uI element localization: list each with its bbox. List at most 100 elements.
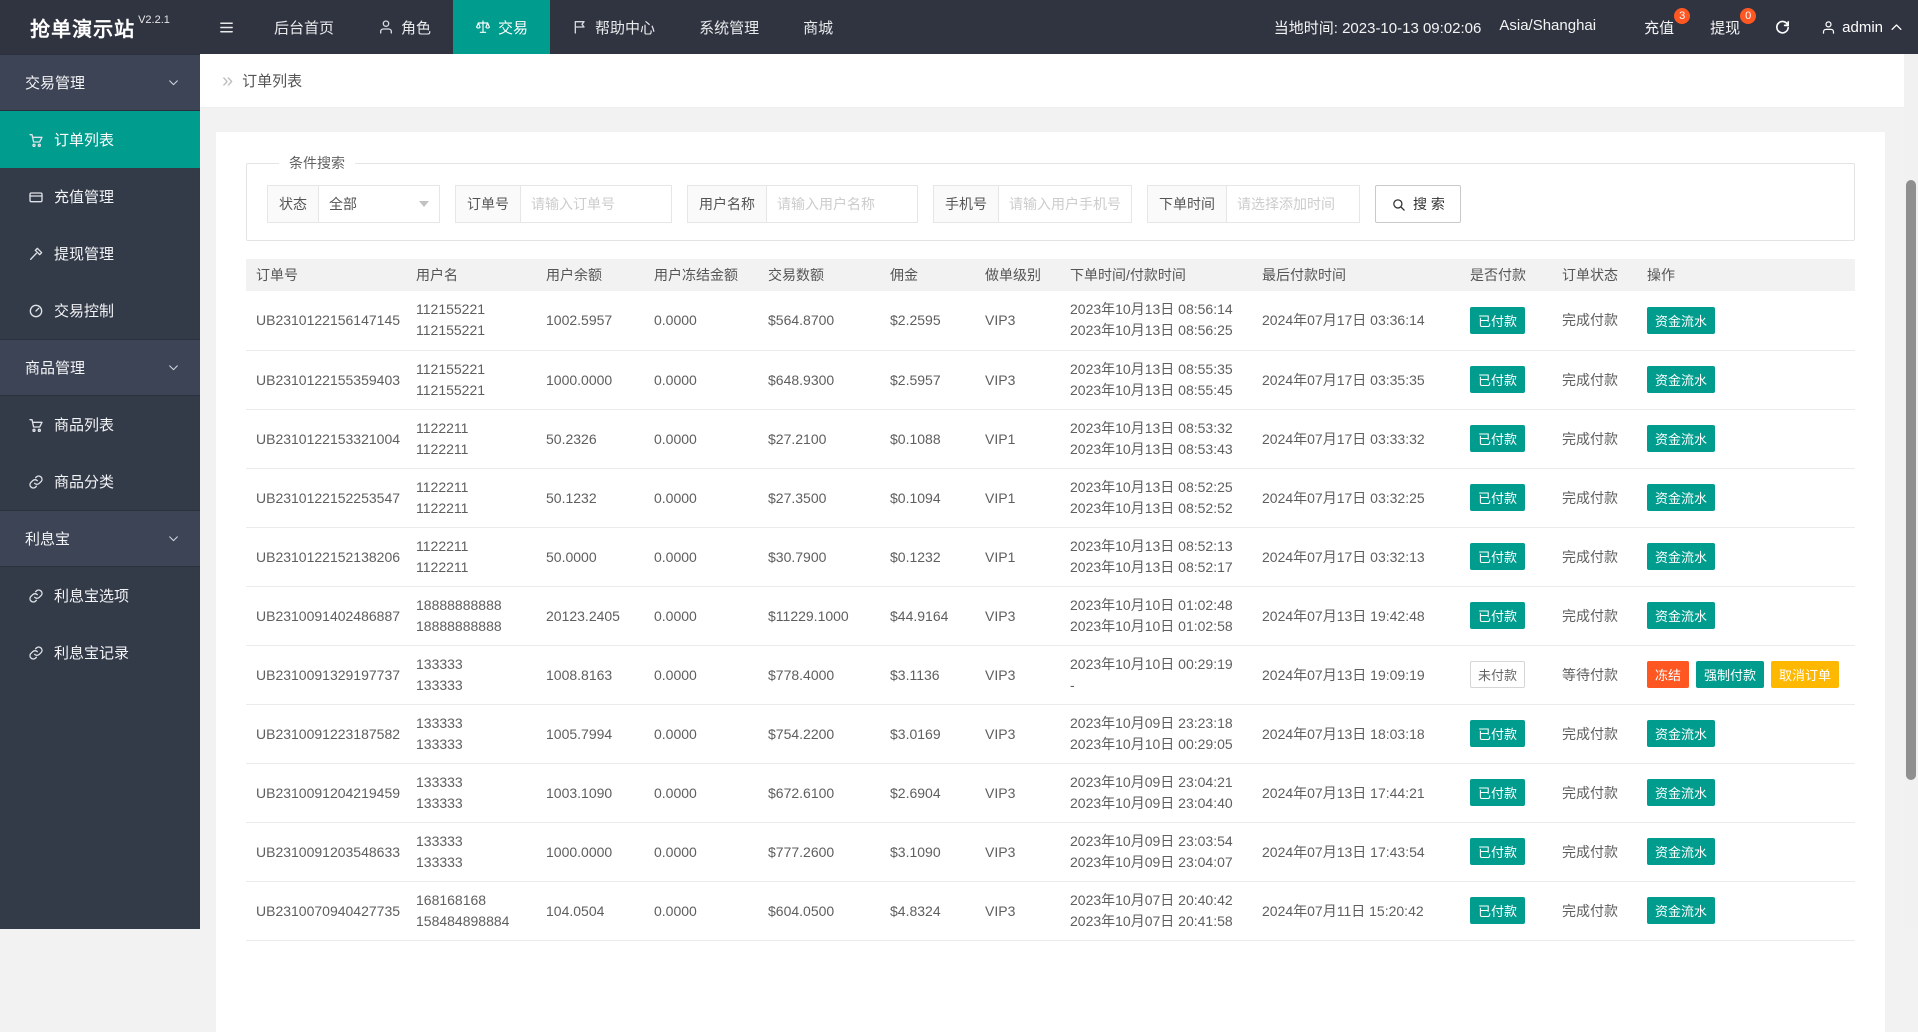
cell-commission: $2.6904 [880, 763, 975, 822]
user-menu[interactable]: admin [1821, 19, 1904, 36]
cell-level: VIP3 [975, 645, 1060, 704]
cell-balance: 1005.7994 [536, 704, 644, 763]
cell-order-time: 2023年10月09日 23:04:212023年10月09日 23:04:40 [1060, 763, 1252, 822]
sidebar-group-label: 利息宝 [25, 528, 70, 549]
cell-level: VIP1 [975, 409, 1060, 468]
filter-select-status[interactable]: 全部 [318, 185, 440, 223]
app-title: 抢单演示站 [30, 13, 135, 42]
cart-icon [28, 417, 44, 433]
scrollbar-thumb[interactable] [1906, 180, 1916, 780]
sidebar-item-trade-control[interactable]: 交易控制 [0, 282, 200, 339]
sidebar-group-interest-treasure[interactable]: 利息宝 [0, 510, 200, 567]
sidebar-item-recharge-management[interactable]: 充值管理 [0, 168, 200, 225]
table-row: UB23101221561471451121552211121552211002… [246, 291, 1855, 350]
cell-order-status: 完成付款 [1552, 586, 1637, 645]
sidebar-item-goods-category[interactable]: 商品分类 [0, 453, 200, 510]
local-time-label: 当地时间: 2023-10-13 09:02:06 [1274, 17, 1482, 38]
filter-label: 状态 [267, 185, 318, 223]
sidebar-item-interest-options[interactable]: 利息宝选项 [0, 567, 200, 624]
column-header: 做单级别 [975, 259, 1060, 291]
search-panel: 条件搜索 状态全部订单号用户名称手机号下单时间 搜 索 [246, 153, 1855, 241]
vertical-scrollbar[interactable] [1904, 54, 1918, 929]
fund-flow-button[interactable]: 资金流水 [1647, 602, 1715, 629]
chevron-down-icon [167, 76, 180, 89]
sidebar-item-goods-list[interactable]: 商品列表 [0, 396, 200, 453]
cell-last-pay-time: 2024年07月17日 03:32:13 [1252, 527, 1460, 586]
fund-flow-button[interactable]: 资金流水 [1647, 897, 1715, 924]
sidebar-group-goods-management[interactable]: 商品管理 [0, 339, 200, 396]
cell-actions: 资金流水 [1637, 822, 1855, 881]
fund-flow-button[interactable]: 资金流水 [1647, 307, 1715, 334]
cell-order-no: UB2310122155359403 [246, 350, 406, 409]
cell-level: VIP3 [975, 350, 1060, 409]
fund-flow-button[interactable]: 资金流水 [1647, 720, 1715, 747]
filter-input-phone[interactable] [998, 185, 1132, 223]
fund-flow-button[interactable]: 资金流水 [1647, 366, 1715, 393]
cell-actions: 资金流水 [1637, 468, 1855, 527]
cell-commission: $2.2595 [880, 291, 975, 350]
cell-last-pay-time: 2024年07月13日 17:44:21 [1252, 763, 1460, 822]
payment-badge: 已付款 [1470, 307, 1525, 334]
nav-item-roles[interactable]: 角色 [356, 0, 453, 54]
recharge-badge: 3 [1674, 8, 1690, 24]
filter-input-order-no[interactable] [520, 185, 672, 223]
nav-item-trade[interactable]: 交易 [453, 0, 550, 54]
cell-username: 168168168158484898884 [406, 881, 536, 940]
freeze-button[interactable]: 冻结 [1647, 661, 1689, 688]
fund-flow-button[interactable]: 资金流水 [1647, 543, 1715, 570]
nav-item-label: 商城 [803, 17, 833, 38]
cell-username: 11222111122211 [406, 527, 536, 586]
filter-input-username[interactable] [766, 185, 918, 223]
cancel-order-button[interactable]: 取消订单 [1771, 661, 1839, 688]
cell-paid: 已付款 [1460, 763, 1552, 822]
cell-last-pay-time: 2024年07月11日 15:20:42 [1252, 881, 1460, 940]
link-icon [28, 474, 44, 490]
chevron-down-icon [167, 532, 180, 545]
fund-flow-button[interactable]: 资金流水 [1647, 838, 1715, 865]
fund-flow-button[interactable]: 资金流水 [1647, 425, 1715, 452]
fund-flow-button[interactable]: 资金流水 [1647, 484, 1715, 511]
cell-actions: 资金流水 [1637, 350, 1855, 409]
cell-balance: 1008.8163 [536, 645, 644, 704]
filter-label: 下单时间 [1147, 185, 1226, 223]
cell-commission: $4.8324 [880, 881, 975, 940]
sidebar-toggle-button[interactable] [200, 0, 252, 54]
payment-badge: 已付款 [1470, 425, 1525, 452]
cell-level: VIP3 [975, 881, 1060, 940]
nav-item-home[interactable]: 后台首页 [252, 0, 356, 54]
cell-last-pay-time: 2024年07月13日 19:09:19 [1252, 645, 1460, 704]
double-chevron-right-icon: » [222, 71, 233, 91]
recharge-link[interactable]: 充值 3 [1644, 17, 1674, 38]
withdraw-link[interactable]: 提现 0 [1710, 17, 1740, 38]
table-row: UB23101221533210041122211112221150.23260… [246, 409, 1855, 468]
force-pay-button[interactable]: 强制付款 [1696, 661, 1764, 688]
payment-badge: 已付款 [1470, 779, 1525, 806]
cell-balance: 1000.0000 [536, 350, 644, 409]
table-row: UB23101221522535471122211112221150.12320… [246, 468, 1855, 527]
payment-badge: 已付款 [1470, 543, 1525, 570]
refresh-button[interactable] [1774, 19, 1791, 36]
cell-order-status: 完成付款 [1552, 350, 1637, 409]
nav-item-system[interactable]: 系统管理 [677, 0, 781, 54]
content-area: 条件搜索 状态全部订单号用户名称手机号下单时间 搜 索 订单号用户名用户余额用户… [200, 109, 1918, 929]
user-icon [1821, 20, 1836, 35]
sidebar-group-trade-management[interactable]: 交易管理 [0, 54, 200, 111]
sidebar-item-withdraw-management[interactable]: 提现管理 [0, 225, 200, 282]
nav-item-help-center[interactable]: 帮助中心 [550, 0, 677, 54]
sidebar-item-interest-records[interactable]: 利息宝记录 [0, 624, 200, 681]
cell-last-pay-time: 2024年07月13日 17:43:54 [1252, 822, 1460, 881]
fund-flow-button[interactable]: 资金流水 [1647, 779, 1715, 806]
cell-order-status: 完成付款 [1552, 822, 1637, 881]
table-row: UB23101221553594031121552211121552211000… [246, 350, 1855, 409]
search-button[interactable]: 搜 索 [1375, 185, 1461, 223]
cell-order-time: 2023年10月13日 08:56:142023年10月13日 08:56:25 [1060, 291, 1252, 350]
filter-input-order-time[interactable] [1226, 185, 1360, 223]
column-header: 是否付款 [1460, 259, 1552, 291]
cell-last-pay-time: 2024年07月17日 03:32:25 [1252, 468, 1460, 527]
column-header: 佣金 [880, 259, 975, 291]
cell-username: 1888888888818888888888 [406, 586, 536, 645]
nav-item-mall[interactable]: 商城 [781, 0, 855, 54]
cell-level: VIP3 [975, 291, 1060, 350]
cell-order-time: 2023年10月13日 08:53:322023年10月13日 08:53:43 [1060, 409, 1252, 468]
sidebar-item-order-list[interactable]: 订单列表 [0, 111, 200, 168]
